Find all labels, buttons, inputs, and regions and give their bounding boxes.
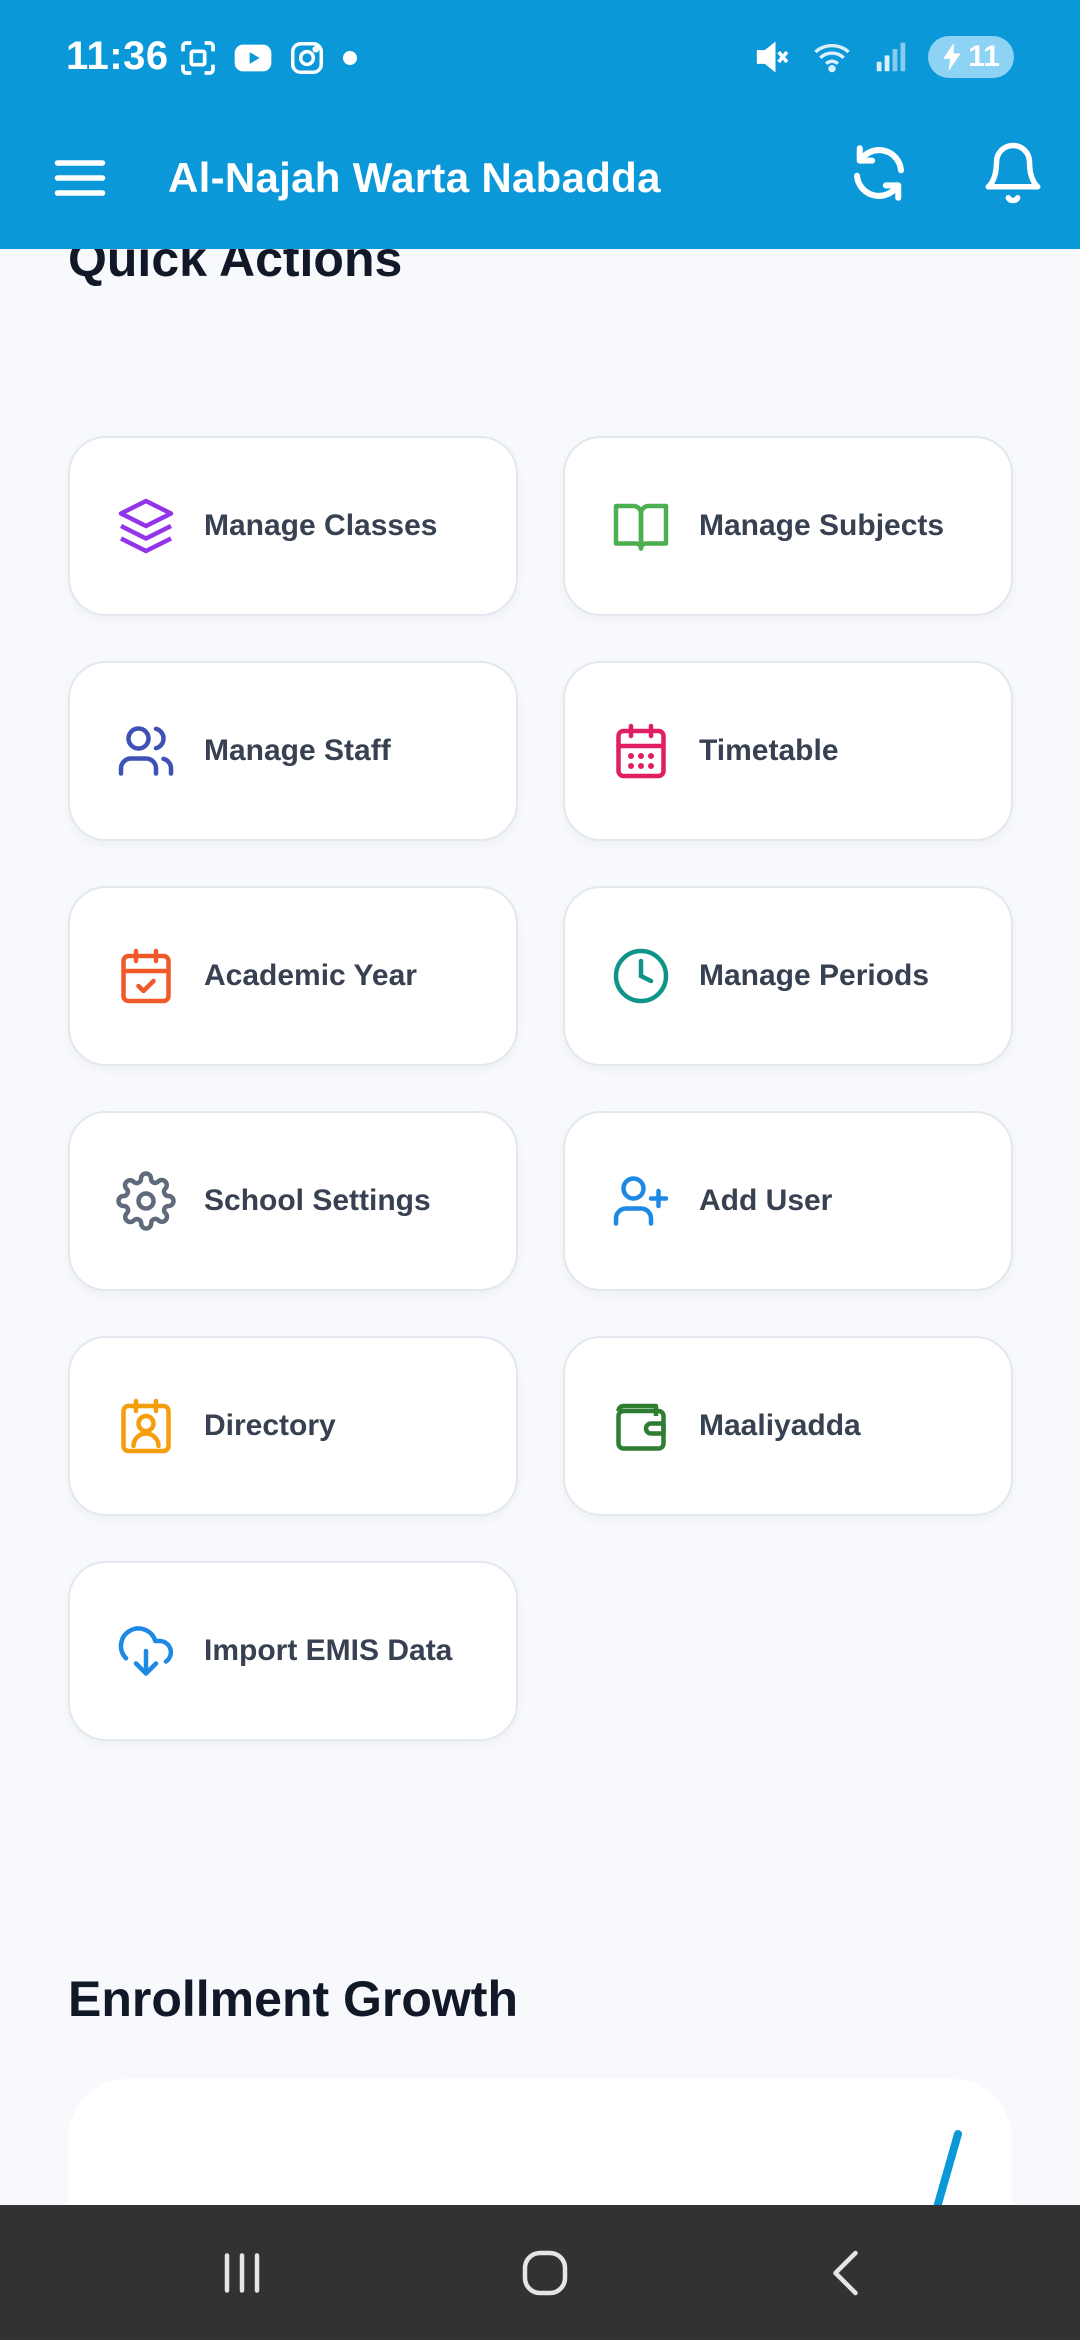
charging-icon [943,43,962,71]
calendar-icon [616,723,666,779]
bell-icon[interactable] [980,140,1046,206]
back-icon[interactable] [818,2243,878,2303]
status-bar: 11:36 11 [0,0,1080,118]
quick-action-manage-periods[interactable]: Manage Periods [563,886,1013,1066]
book-open-icon [613,503,669,551]
home-icon[interactable] [515,2243,575,2303]
quick-action-academic-year[interactable]: Academic Year [68,886,518,1066]
quick-action-manage-classes[interactable]: Manage Classes [68,436,518,616]
menu-icon[interactable] [50,148,110,208]
battery-indicator: 11 [928,36,1014,78]
app-bar: Al-Najah Warta Nabadda [0,118,1080,249]
quick-action-label: Import EMIS Data [204,1634,453,1667]
quick-action-import-emis-data[interactable]: Import EMIS Data [68,1561,518,1741]
quick-action-label: Directory [204,1409,336,1442]
quick-action-label: Manage Classes [204,509,438,542]
youtube-icon [234,44,272,72]
section-title-enrollment-growth: Enrollment Growth [68,1971,518,2027]
wifi-icon [814,44,851,73]
instagram-icon [291,42,323,74]
quick-action-label: Manage Periods [699,959,930,992]
calendar-check-icon [121,948,171,1004]
user-plus-icon [613,1176,669,1226]
dot-icon [343,51,357,65]
contact-icon [121,1398,171,1454]
signal-icon [877,42,906,72]
cloud-download-icon [118,1626,174,1676]
quick-action-label: Timetable [699,734,839,767]
quick-action-label: Manage Subjects [699,509,945,542]
quick-action-add-user[interactable]: Add User [563,1111,1013,1291]
gear-icon [116,1171,176,1231]
quick-action-label: Manage Staff [204,734,391,767]
layers-icon [118,498,174,554]
users-icon [118,726,174,776]
quick-action-label: School Settings [204,1184,431,1217]
top-bar: 11:36 11 Al-Najah Warta Nabadda [0,0,1080,249]
quick-action-directory[interactable]: Directory [68,1336,518,1516]
quick-action-label: Add User [699,1184,833,1217]
system-status: 11 [752,36,1014,78]
quick-action-label: Maaliyadda [699,1409,861,1442]
app-title: Al-Najah Warta Nabadda [168,154,661,201]
screenshot-icon [181,41,215,75]
quick-action-school-settings[interactable]: School Settings [68,1111,518,1291]
wallet-icon [616,1403,666,1451]
quick-action-timetable[interactable]: Timetable [563,661,1013,841]
recent-apps-icon[interactable] [212,2243,272,2303]
battery-level: 11 [968,40,1000,73]
notification-icons [178,38,360,78]
quick-action-label: Academic Year [204,959,417,992]
system-navigation-bar [0,2205,1080,2340]
refresh-icon[interactable] [846,140,912,206]
quick-action-maaliyadda[interactable]: Maaliyadda [563,1336,1013,1516]
mute-icon [757,41,789,73]
status-time: 11:36 [66,34,169,78]
quick-action-manage-subjects[interactable]: Manage Subjects [563,436,1013,616]
clock-icon [613,948,669,1004]
quick-action-manage-staff[interactable]: Manage Staff [68,661,518,841]
